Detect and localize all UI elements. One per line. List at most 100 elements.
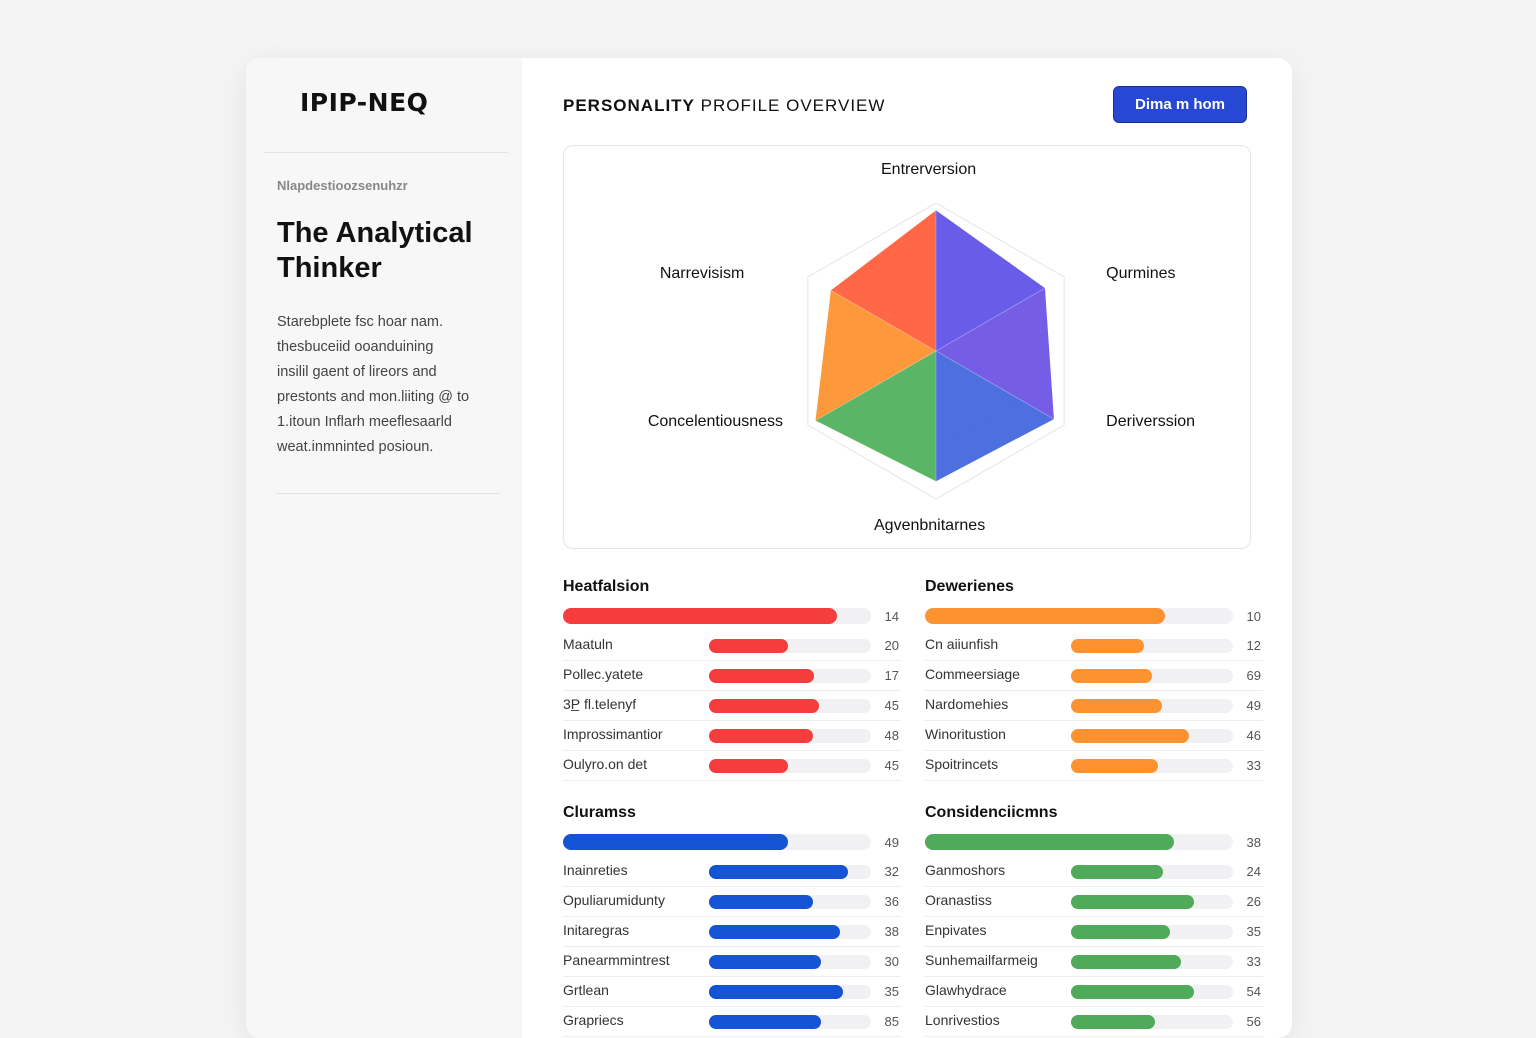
- trait-row-label: Pollec.yatete: [563, 666, 644, 682]
- persona-title: The Analytical Thinker: [277, 217, 473, 284]
- trait-row-value: 56: [1246, 1014, 1261, 1029]
- trait-row-bar-fill: [709, 1015, 821, 1029]
- description-line: insilil gaent of lireors and: [277, 364, 437, 380]
- trait-row-bar-fill: [1071, 759, 1159, 773]
- trait-row-bar: [1071, 1015, 1233, 1029]
- trait-row: Maatuln 20: [563, 630, 901, 661]
- radar-axis-label: Deriverssion: [1106, 413, 1196, 430]
- section-main-bar-fill: [563, 608, 838, 624]
- trait-row-bar-fill: [1071, 699, 1162, 713]
- trait-row-bar: [709, 895, 871, 909]
- section-main-value: 38: [1246, 835, 1261, 850]
- trait-row-bar: [1071, 639, 1233, 653]
- trait-row-label: Improssimantior: [563, 726, 663, 742]
- trait-row-bar: [709, 1015, 871, 1029]
- trait-row: Nardomehies 49: [925, 690, 1263, 721]
- section-title: Cluramss: [563, 804, 636, 821]
- trait-row-bar-fill: [709, 955, 821, 969]
- trait-row-bar-fill: [1071, 895, 1195, 909]
- trait-row-value: 35: [884, 984, 899, 999]
- description-line: weat.inmninted posioun.: [277, 439, 434, 455]
- trait-row-label: Ganmoshors: [925, 862, 1006, 878]
- trait-row-label: Maatuln: [563, 636, 613, 652]
- cta-button[interactable]: Dima m hom: [1113, 86, 1247, 123]
- section-main-value: 14: [884, 609, 899, 624]
- page-title-rest: PROFILE OVERVIEW: [700, 96, 886, 115]
- trait-row: Improssimantior 48: [563, 720, 901, 751]
- trait-row-label: Sunhemailfarmeig: [925, 952, 1038, 968]
- sidebar: IPIP-NEQ Nlapdestioozsenuhzr The Analyti…: [246, 58, 522, 1038]
- trait-row-label: Winoritustion: [925, 726, 1006, 742]
- trait-row: Oulyro.on det 45: [563, 750, 901, 781]
- trait-row: Opuliarumidunty 36: [563, 886, 901, 917]
- trait-row-bar-fill: [709, 985, 844, 999]
- trait-row-bar: [709, 955, 871, 969]
- trait-row-bar: [1071, 865, 1233, 879]
- trait-row-bar: [709, 729, 871, 743]
- trait-row-value: 45: [884, 758, 899, 773]
- description-line: Starebplete fsc hoar nam.: [277, 314, 444, 330]
- trait-row: Winoritustion 46: [925, 720, 1263, 751]
- radar-svg: [807, 202, 1065, 500]
- section-main-value: 10: [1246, 609, 1261, 624]
- section-main-bar-fill: [563, 834, 788, 850]
- trait-row-value: 49: [1246, 698, 1261, 713]
- trait-row-bar: [1071, 699, 1233, 713]
- description-line: thesbuceiid ooanduining: [277, 339, 434, 355]
- radar-axis-label: Entrerversion: [881, 161, 977, 178]
- trait-row-bar: [709, 699, 871, 713]
- trait-row: Sunhemailfarmeig 33: [925, 946, 1263, 977]
- trait-row-bar: [709, 985, 871, 999]
- trait-row-bar: [1071, 925, 1233, 939]
- trait-row-label: Spoitrincets: [925, 756, 999, 772]
- section-title: Heatfalsion: [563, 578, 650, 595]
- trait-row-bar-fill: [1071, 925, 1170, 939]
- trait-row: Spoitrincets 33: [925, 750, 1263, 781]
- trait-row: Initaregras 38: [563, 916, 901, 947]
- trait-row-value: 69: [1246, 668, 1261, 683]
- trait-row-bar: [1071, 759, 1233, 773]
- page-title-bold: PERSONALITY: [563, 96, 695, 115]
- trait-row-bar-fill: [709, 925, 841, 939]
- trait-row-value: 20: [884, 638, 899, 653]
- trait-row-bar-fill: [709, 895, 813, 909]
- radar-axis-label: Agvenbnitarnes: [874, 517, 986, 534]
- trait-row-value: 12: [1246, 638, 1261, 653]
- trait-row-value: 26: [1246, 894, 1261, 909]
- trait-row-value: 24: [1246, 864, 1261, 879]
- trait-row-value: 46: [1246, 728, 1261, 743]
- trait-row-bar-fill: [1071, 955, 1182, 969]
- trait-row: Oranastiss 26: [925, 886, 1263, 917]
- trait-row-label: Opuliarumidunty: [563, 892, 665, 908]
- radar-axis-label: Qurmines: [1106, 265, 1176, 282]
- trait-row: Enpivates 35: [925, 916, 1263, 947]
- section-title: Dewerienes: [925, 578, 1014, 595]
- trait-row-bar: [1071, 895, 1233, 909]
- trait-row: Grtlean 35: [563, 976, 901, 1007]
- trait-row-label: Oulyro.on det: [563, 756, 648, 772]
- trait-row-label: 3P̲ fl.telenyf: [563, 696, 637, 712]
- trait-row-value: 35: [1246, 924, 1261, 939]
- trait-row-bar: [709, 639, 871, 653]
- persona-eyebrow: Nlapdestioozsenuhzr: [277, 178, 408, 193]
- radar-axis-label: Narrevisism: [659, 265, 745, 282]
- trait-row-value: 54: [1246, 984, 1261, 999]
- trait-row-label: Lonrivestios: [925, 1012, 1000, 1028]
- description-line: prestonts and mon.liiting @ to: [277, 389, 470, 405]
- trait-row-label: Grapriecs: [563, 1012, 624, 1028]
- trait-row-value: 30: [884, 954, 899, 969]
- trait-row-value: 33: [1246, 758, 1261, 773]
- trait-row-bar-fill: [709, 729, 813, 743]
- trait-row-bar: [1071, 955, 1233, 969]
- trait-row-bar-fill: [709, 639, 789, 653]
- trait-row-value: 33: [1246, 954, 1261, 969]
- app-logo: IPIP-NEQ: [300, 88, 429, 117]
- trait-row-bar-fill: [1071, 729, 1190, 743]
- trait-row-label: Commeersiage: [925, 666, 1020, 682]
- trait-row-bar-fill: [709, 669, 815, 683]
- trait-row: Inainreties 32: [563, 856, 901, 887]
- section-main-bar: [563, 834, 871, 850]
- trait-row-bar: [1071, 729, 1233, 743]
- trait-row-value: 17: [884, 668, 899, 683]
- trait-row-label: Enpivates: [925, 922, 987, 938]
